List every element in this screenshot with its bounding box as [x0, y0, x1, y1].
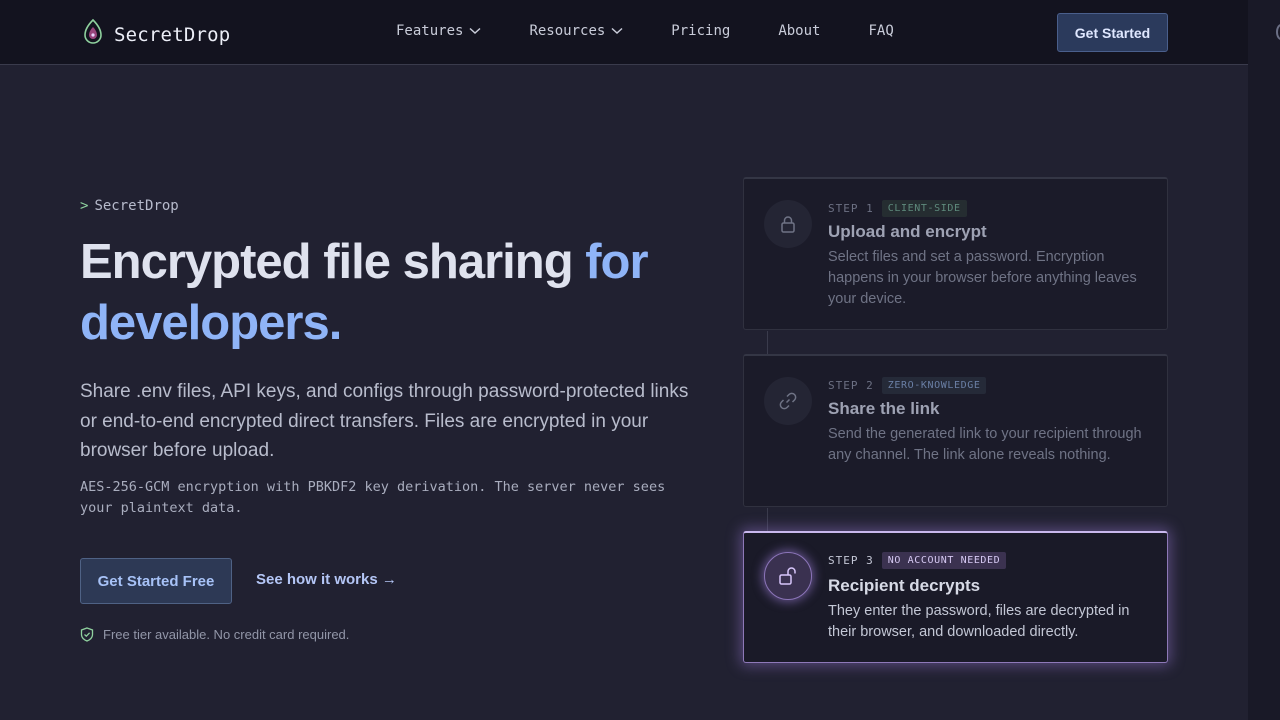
- chevron-down-icon: [611, 27, 623, 35]
- hero-eyebrow: > SecretDrop: [80, 198, 179, 214]
- step-2-icon-circle: [764, 377, 812, 425]
- step-card-upload: STEP 1 CLIENT-SIDE Upload and encrypt Se…: [743, 177, 1168, 330]
- headline-main: Encrypted file sharing: [80, 235, 586, 289]
- step-1-icon-circle: [764, 200, 812, 248]
- step-1-title: Upload and encrypt: [828, 222, 987, 241]
- landing-page: SecretDrop Features Resources Pricing Ab…: [0, 0, 1248, 720]
- step-connector: [767, 331, 768, 354]
- prompt-caret: >: [80, 198, 89, 214]
- nav-about[interactable]: About: [778, 23, 820, 39]
- nav-pricing[interactable]: Pricing: [671, 23, 730, 39]
- nav-faq[interactable]: FAQ: [868, 23, 893, 39]
- nav-about-label: About: [778, 23, 821, 39]
- step-2-description: Send the generated link to your recipien…: [828, 426, 1142, 463]
- link-icon: [779, 392, 797, 410]
- see-how-it-works-link[interactable]: See how it works →: [256, 571, 397, 588]
- shield-check-icon: [80, 627, 94, 642]
- nav-pricing-label: Pricing: [671, 23, 731, 39]
- encryption-note: AES-256-GCM encryption with PBKDF2 key d…: [80, 479, 666, 516]
- unlock-icon: [779, 567, 796, 585]
- lock-icon: [781, 216, 795, 233]
- step-3-label: STEP 3: [828, 554, 874, 567]
- step-3-icon-circle: [764, 552, 812, 600]
- logo-icon: [82, 18, 104, 51]
- brand-name: SecretDrop: [114, 23, 231, 46]
- step-3-meta: STEP 3 NO ACCOUNT NEEDED: [828, 552, 1007, 569]
- free-tier-text: Free tier available. No credit card requ…: [103, 627, 350, 642]
- top-navigation: SecretDrop Features Resources Pricing Ab…: [0, 0, 1248, 65]
- step-connector: [767, 508, 768, 531]
- eyebrow-text: SecretDrop: [94, 198, 179, 214]
- nav-features[interactable]: Features: [396, 23, 481, 39]
- hero-headline: Encrypted file sharing for developers.: [80, 232, 700, 354]
- step-2-label: STEP 2: [828, 379, 874, 392]
- step-1-meta: STEP 1 CLIENT-SIDE: [828, 200, 967, 217]
- nav-faq-label: FAQ: [868, 23, 894, 39]
- client-side-badge: CLIENT-SIDE: [881, 200, 967, 217]
- step-1-label: STEP 1: [828, 202, 874, 215]
- step-3-description: They enter the password, files are decry…: [828, 603, 1130, 640]
- get-started-button[interactable]: Get Started: [1057, 13, 1168, 52]
- get-started-free-button[interactable]: Get Started Free: [80, 558, 232, 604]
- step-2-meta: STEP 2 ZERO-KNOWLEDGE: [828, 377, 987, 394]
- nav-features-label: Features: [396, 23, 464, 39]
- step-3-title: Recipient decrypts: [828, 576, 981, 595]
- free-tier-note: Free tier available. No credit card requ…: [80, 627, 349, 642]
- step-card-share: STEP 2 ZERO-KNOWLEDGE Share the link Sen…: [743, 354, 1168, 507]
- partial-icon: [1276, 24, 1280, 40]
- chevron-down-icon: [469, 27, 481, 35]
- nav-resources[interactable]: Resources: [529, 23, 623, 39]
- step-2-title: Share the link: [828, 399, 940, 418]
- nav-resources-label: Resources: [529, 23, 606, 39]
- step-1-description: Select files and set a password. Encrypt…: [828, 249, 1137, 307]
- side-scroll-rail: [1248, 0, 1280, 720]
- zero-knowledge-badge: ZERO-KNOWLEDGE: [881, 377, 987, 394]
- hero-description: Share .env files, API keys, and configs …: [80, 381, 689, 461]
- no-account-badge: NO ACCOUNT NEEDED: [881, 552, 1007, 569]
- main-nav: Features Resources Pricing About FAQ: [396, 23, 894, 39]
- brand[interactable]: SecretDrop: [82, 18, 230, 51]
- step-card-decrypt: STEP 3 NO ACCOUNT NEEDED Recipient decry…: [743, 531, 1168, 663]
